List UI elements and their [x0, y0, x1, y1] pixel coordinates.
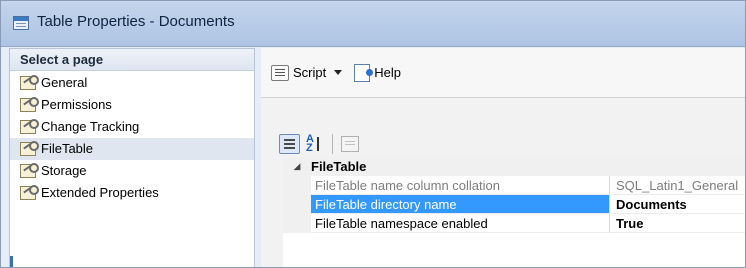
sort-arrow-icon [317, 137, 319, 151]
pane-edge-accent [10, 256, 13, 267]
properties-pane: Script Help ◢ FileTable FileTable n [261, 48, 745, 267]
sidebar-item-label: Permissions [41, 97, 112, 112]
row-gutter [283, 214, 311, 233]
row-gutter [283, 176, 311, 195]
sidebar-item-label: Storage [41, 163, 87, 178]
window-title: Table Properties - Documents [37, 13, 235, 30]
sidebar-item-label: General [41, 75, 88, 90]
sidebar-item-change-tracking[interactable]: Change Tracking [10, 116, 254, 138]
category-row: ◢ FileTable [283, 157, 745, 176]
property-name: FileTable directory name [311, 195, 610, 214]
property-value[interactable]: True [610, 214, 745, 233]
property-value: SQL_Latin1_General [610, 176, 745, 195]
sidebar-item-label: Change Tracking [41, 119, 140, 134]
property-name: FileTable namespace enabled [311, 214, 610, 233]
toolbar-separator [332, 134, 333, 154]
property-value[interactable]: Documents [610, 195, 745, 214]
wrench-page-icon [20, 141, 39, 156]
sidebar-item-filetable[interactable]: FileTable [10, 138, 254, 160]
property-name: FileTable name column collation [311, 176, 610, 195]
sidebar-item-permissions[interactable]: Permissions [10, 94, 254, 116]
property-grid: ◢ FileTable FileTable name column collat… [283, 157, 745, 267]
help-icon [354, 63, 374, 82]
title-bar[interactable]: Table Properties - Documents [1, 1, 745, 47]
script-label: Script [293, 65, 327, 80]
property-row-selected[interactable]: FileTable directory name Documents [283, 195, 745, 214]
select-page-header: Select a page [10, 49, 254, 71]
wrench-page-icon [20, 97, 39, 112]
categorized-view-icon[interactable] [279, 134, 300, 154]
table-icon [13, 16, 29, 30]
sidebar-item-label: Extended Properties [41, 185, 159, 200]
wrench-page-icon [20, 119, 39, 134]
script-button[interactable]: Script [271, 61, 326, 85]
wrench-page-icon [20, 185, 39, 200]
property-grid-toolbar [279, 133, 359, 155]
row-gutter [283, 195, 311, 214]
property-row[interactable]: FileTable namespace enabled True [283, 214, 745, 233]
page-list: General Permissions Change Tracking File… [10, 71, 254, 204]
collapse-icon[interactable]: ◢ [283, 161, 311, 172]
property-pages-icon[interactable] [341, 136, 359, 152]
sidebar-item-extended-properties[interactable]: Extended Properties [10, 182, 254, 204]
wrench-page-icon [20, 163, 39, 178]
sort-alphabetical-icon[interactable] [306, 134, 324, 154]
sidebar-item-general[interactable]: General [10, 72, 254, 94]
script-icon [271, 64, 289, 81]
property-row[interactable]: FileTable name column collation SQL_Lati… [283, 176, 745, 195]
select-page-pane: Select a page General Permissions Change… [9, 48, 255, 267]
sidebar-item-storage[interactable]: Storage [10, 160, 254, 182]
wrench-page-icon [20, 75, 39, 90]
help-label: Help [374, 65, 401, 80]
category-label: FileTable [311, 159, 367, 174]
help-button[interactable]: Help [354, 61, 401, 85]
main-toolbar: Script Help [261, 48, 745, 98]
table-properties-window: Table Properties - Documents Select a pa… [0, 0, 746, 268]
script-dropdown-icon[interactable] [334, 70, 343, 75]
sidebar-item-label: FileTable [41, 141, 94, 156]
